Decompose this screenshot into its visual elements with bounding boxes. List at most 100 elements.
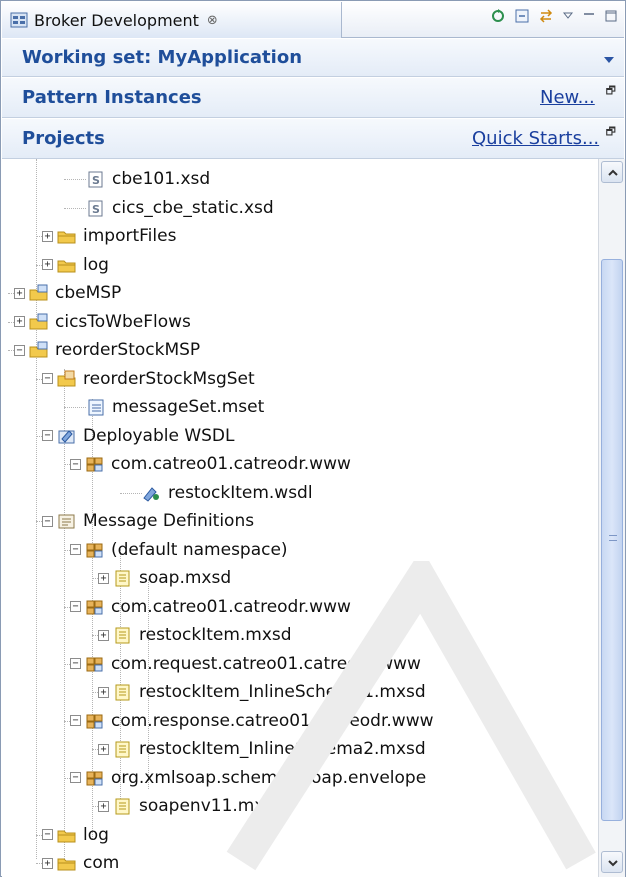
sync-icon[interactable]	[490, 8, 506, 24]
expand-icon[interactable]: +	[14, 287, 25, 299]
namespace-icon	[86, 714, 103, 728]
tree-item-label: org.xmlsoap.schemas.soap.envelope	[111, 767, 427, 788]
expand-icon[interactable]: +	[98, 572, 109, 584]
tree-item-org-xmlsoap-schemas-soap-envelope[interactable]: − org.xmlsoap.schemas.soap.envelope	[70, 766, 426, 790]
expand-icon[interactable]: +	[42, 230, 53, 242]
collapse-icon[interactable]: −	[42, 829, 53, 840]
tree-item-restockitem-inlineschema2-mxsd[interactable]: + restockItem_InlineSchema2.mxsd	[98, 737, 426, 761]
scroll-thumb[interactable]	[601, 259, 623, 821]
namespace-icon	[86, 543, 103, 557]
tree-item-message-definitions[interactable]: − Message Definitions	[42, 509, 254, 533]
broker-development-icon	[10, 12, 28, 28]
tree-item-cicstowbeflows[interactable]: + cicsToWbeFlows	[14, 310, 191, 334]
folder-icon	[57, 231, 76, 244]
scroll-down-button[interactable]	[601, 851, 623, 873]
tree-item-log[interactable]: − log	[42, 823, 109, 847]
collapse-icon[interactable]: −	[14, 344, 25, 356]
tree-item-restockitem-mxsd[interactable]: + restockItem.mxsd	[98, 623, 292, 647]
tree-item-restockitem-inlineschema1-mxsd[interactable]: + restockItem_InlineSchema1.mxsd	[98, 680, 426, 704]
collapse-all-icon[interactable]	[514, 8, 530, 24]
maximize-icon[interactable]	[604, 8, 618, 24]
collapse-icon[interactable]: −	[70, 658, 81, 669]
tree-item-label: restockItem_InlineSchema1.mxsd	[139, 682, 426, 702]
collapse-icon[interactable]: −	[42, 430, 53, 441]
minimize-icon[interactable]	[582, 8, 596, 24]
namespace-icon	[86, 771, 103, 785]
expand-icon[interactable]: +	[98, 800, 109, 812]
quick-starts-link[interactable]: Quick Starts...	[472, 128, 599, 149]
scroll-up-button[interactable]	[601, 161, 623, 183]
close-icon[interactable]: ⊗	[207, 13, 218, 28]
working-set-bar[interactable]: Working set: MyApplication	[2, 39, 624, 77]
tree-item-com-response-catreo01-catreodr-www[interactable]: − com.response.catreo01.catreodr.www	[70, 709, 434, 733]
mxsd-file-icon	[115, 570, 130, 587]
tree-item-label: reorderStockMSP	[55, 340, 201, 360]
vertical-scrollbar[interactable]	[598, 159, 625, 877]
tree-connector	[120, 492, 142, 494]
namespace-icon	[86, 457, 103, 472]
tree-item-deployable-wsdl[interactable]: − Deployable WSDL	[42, 424, 234, 448]
mset-file-icon	[88, 399, 104, 416]
tree-item-label: log	[83, 824, 109, 845]
collapse-icon[interactable]: −	[70, 458, 81, 470]
tree-item-soap-mxsd[interactable]: + soap.mxsd	[98, 566, 231, 590]
namespace-icon	[86, 600, 103, 614]
expand-icon[interactable]: +	[98, 686, 109, 698]
svg-text:S: S	[92, 174, 100, 187]
project-tree[interactable]: Scbe101.xsd Scics_cbe_static.xsd + importFi…	[2, 159, 598, 877]
tree-item-com[interactable]: + com	[42, 851, 119, 875]
tree-item-default-namespace[interactable]: − (default namespace)	[70, 538, 288, 562]
link-editor-icon[interactable]	[538, 8, 554, 24]
tree-item-label: com.response.catreo01.catreodr.www	[111, 710, 434, 731]
expand-icon[interactable]: +	[42, 857, 53, 869]
tree-item-cbe101-xsd[interactable]: Scbe101.xsd	[86, 167, 210, 191]
pattern-instances-title: Pattern Instances	[22, 87, 202, 108]
tree-item-soapenv11-mxsd[interactable]: + soapenv11.mxsd	[98, 794, 284, 818]
expand-icon[interactable]: +	[42, 259, 53, 270]
tree-item-com-request-catreo01-catreodr-www[interactable]: − com.request.catreo01.catreodr.www	[70, 652, 421, 676]
restore-icon[interactable]: 🗗	[606, 123, 616, 142]
mxsd-file-icon	[115, 684, 130, 701]
tree-item-label: restockItem_InlineSchema2.mxsd	[139, 739, 426, 759]
tree-item-label: messageSet.mset	[112, 397, 265, 417]
project-icon	[29, 341, 48, 358]
view-tab[interactable]: Broker Development ⊗	[2, 2, 342, 38]
tree-item-com-catreo01-catreodr-www[interactable]: − com.catreo01.catreodr.www	[70, 452, 351, 476]
working-set-dropdown-icon[interactable]	[604, 57, 614, 63]
collapse-icon[interactable]: −	[70, 544, 81, 555]
tree-item-label: cbe101.xsd	[112, 169, 211, 189]
collapse-icon[interactable]: −	[70, 601, 81, 612]
tree-item-label: log	[83, 254, 109, 275]
tree-item-cics-cbe-static-xsd[interactable]: Scics_cbe_static.xsd	[86, 196, 274, 220]
tree-item-cbemsp[interactable]: + cbeMSP	[14, 281, 121, 305]
collapse-icon[interactable]: −	[70, 772, 81, 783]
tree-item-label: reorderStockMsgSet	[83, 368, 255, 389]
tree-item-log[interactable]: + log	[42, 253, 109, 277]
tree-item-label: com.catreo01.catreodr.www	[111, 596, 351, 617]
expand-icon[interactable]: +	[14, 316, 25, 327]
grip-icon	[609, 535, 617, 541]
tree-item-restockitem-wsdl[interactable]: restockItem.wsdl	[142, 481, 313, 505]
message-set-folder-icon	[57, 370, 76, 386]
project-icon	[29, 284, 48, 301]
expand-icon[interactable]: +	[98, 629, 109, 641]
expand-icon[interactable]: +	[98, 743, 109, 755]
collapse-icon[interactable]: −	[70, 715, 81, 726]
tree-item-label: cicsToWbeFlows	[55, 311, 191, 332]
tree-item-importfiles[interactable]: + importFiles	[42, 224, 176, 248]
folder-icon	[57, 260, 76, 272]
folder-icon	[57, 830, 76, 842]
projects-section: Projects Quick Starts... 🗗	[2, 119, 624, 159]
folder-icon	[57, 858, 76, 871]
view-menu-icon[interactable]	[562, 8, 574, 24]
restore-icon[interactable]: 🗗	[606, 82, 616, 101]
collapse-icon[interactable]: −	[42, 515, 53, 527]
tree-item-reorderstockmsgset[interactable]: − reorderStockMsgSet	[42, 367, 255, 391]
tree-item-com-catreo01-catreodr-www[interactable]: − com.catreo01.catreodr.www	[70, 595, 351, 619]
chevron-up-icon	[608, 169, 618, 176]
tree-item-messageset-mset[interactable]: messageSet.mset	[86, 395, 264, 419]
collapse-icon[interactable]: −	[42, 373, 53, 384]
new-pattern-link[interactable]: New...	[540, 87, 595, 108]
broker-development-view: Broker Development ⊗ Working set: MyAppl…	[0, 0, 626, 877]
tree-item-reorderstockmsp[interactable]: − reorderStockMSP	[14, 338, 200, 362]
